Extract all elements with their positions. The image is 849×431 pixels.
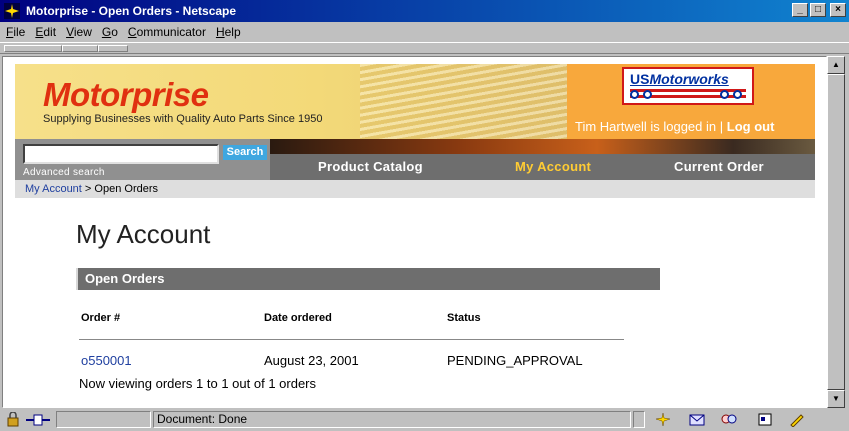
search-panel: Search Advanced search [15, 139, 270, 180]
menu-file[interactable]: File [6, 25, 25, 39]
column-header-order: Order # [81, 312, 121, 324]
menu-communicator[interactable]: Communicator [128, 25, 206, 39]
progress-panel [56, 411, 151, 428]
menu-go[interactable]: Go [102, 25, 118, 39]
site-logo[interactable]: Motorprise [43, 76, 209, 114]
mail-icon[interactable] [688, 412, 706, 427]
login-status: Tim Hartwell is logged in | Log out [575, 119, 774, 134]
partner-logo: USMotorworks [622, 67, 754, 105]
breadcrumb-current: Open Orders [94, 183, 159, 195]
logged-in-text: Tim Hartwell is logged in [575, 119, 717, 134]
status-bar: Document: Done [0, 408, 849, 431]
title-bar: Motorprise - Open Orders - Netscape _ □ … [0, 0, 849, 22]
status-text: Document: Done [153, 411, 631, 428]
close-button[interactable]: × [830, 3, 846, 17]
wheel-icon [643, 90, 652, 99]
search-input[interactable] [23, 144, 219, 164]
partner-logo-text: USMotorworks [630, 71, 729, 87]
page-title: My Account [76, 219, 211, 249]
scroll-down-button[interactable]: ▼ [827, 390, 845, 408]
wheel-icon [720, 90, 729, 99]
composer-icon[interactable] [788, 412, 806, 427]
scroll-thumb[interactable] [827, 74, 845, 390]
navigation-toolbar-grip[interactable] [4, 45, 62, 52]
nav-product-catalog[interactable]: Product Catalog [318, 154, 423, 180]
menu-help[interactable]: Help [216, 25, 241, 39]
column-header-status: Status [447, 312, 481, 324]
personal-toolbar-grip[interactable] [98, 45, 128, 52]
scroll-up-button[interactable]: ▲ [827, 56, 845, 74]
separator: | [719, 119, 724, 134]
nav-my-account[interactable]: My Account [515, 154, 591, 180]
minimize-button[interactable]: _ [792, 3, 808, 17]
orders-summary: Now viewing orders 1 to 1 out of 1 order… [79, 376, 317, 391]
account-panel: USMotorworks Tim Hartwell is logged in |… [567, 64, 815, 139]
netscape-icon [4, 3, 20, 19]
site-tagline: Supplying Businesses with Quality Auto P… [43, 113, 323, 125]
order-date: August 23, 2001 [264, 353, 359, 368]
advanced-search-link[interactable]: Advanced search [23, 167, 105, 178]
menu-bar: File Edit View Go Communicator Help [0, 22, 849, 42]
security-lock-icon[interactable] [4, 412, 22, 427]
wheel-icon [733, 90, 742, 99]
newsgroups-icon[interactable] [720, 412, 738, 427]
resize-grip[interactable] [818, 411, 830, 428]
main-nav: Product Catalog My Account Current Order [270, 154, 815, 180]
brand-banner: Motorprise Supplying Businesses with Qua… [15, 64, 567, 139]
status-divider [633, 411, 645, 428]
collapsed-toolbars [0, 42, 849, 54]
column-header-date: Date ordered [264, 312, 332, 324]
browser-viewport: Motorprise Supplying Businesses with Qua… [2, 56, 827, 408]
nav-banner-image [270, 139, 815, 154]
vertical-scrollbar[interactable]: ▲ ▼ [827, 56, 845, 408]
car-image [360, 64, 567, 139]
maximize-button[interactable]: □ [810, 3, 826, 17]
order-status: PENDING_APPROVAL [447, 353, 583, 368]
breadcrumb-my-account[interactable]: My Account [25, 183, 82, 195]
site-header: Motorprise Supplying Businesses with Qua… [15, 64, 815, 139]
window-title: Motorprise - Open Orders - Netscape [26, 4, 237, 18]
section-header: Open Orders [76, 268, 660, 290]
wheel-icon [630, 90, 639, 99]
breadcrumb-separator: > [84, 183, 92, 195]
header-divider [79, 339, 624, 340]
connection-icon [26, 414, 50, 426]
breadcrumb: My Account > Open Orders [15, 180, 815, 198]
window-controls: _ □ × [792, 3, 846, 17]
nav-current-order[interactable]: Current Order [674, 154, 764, 180]
menu-view[interactable]: View [66, 25, 92, 39]
order-id-link[interactable]: o550001 [81, 353, 132, 368]
logout-link[interactable]: Log out [727, 119, 775, 134]
location-toolbar-grip[interactable] [62, 45, 98, 52]
address-book-icon[interactable] [756, 412, 774, 427]
navigator-icon[interactable] [654, 412, 672, 427]
menu-edit[interactable]: Edit [35, 25, 56, 39]
search-button[interactable]: Search [223, 145, 267, 160]
